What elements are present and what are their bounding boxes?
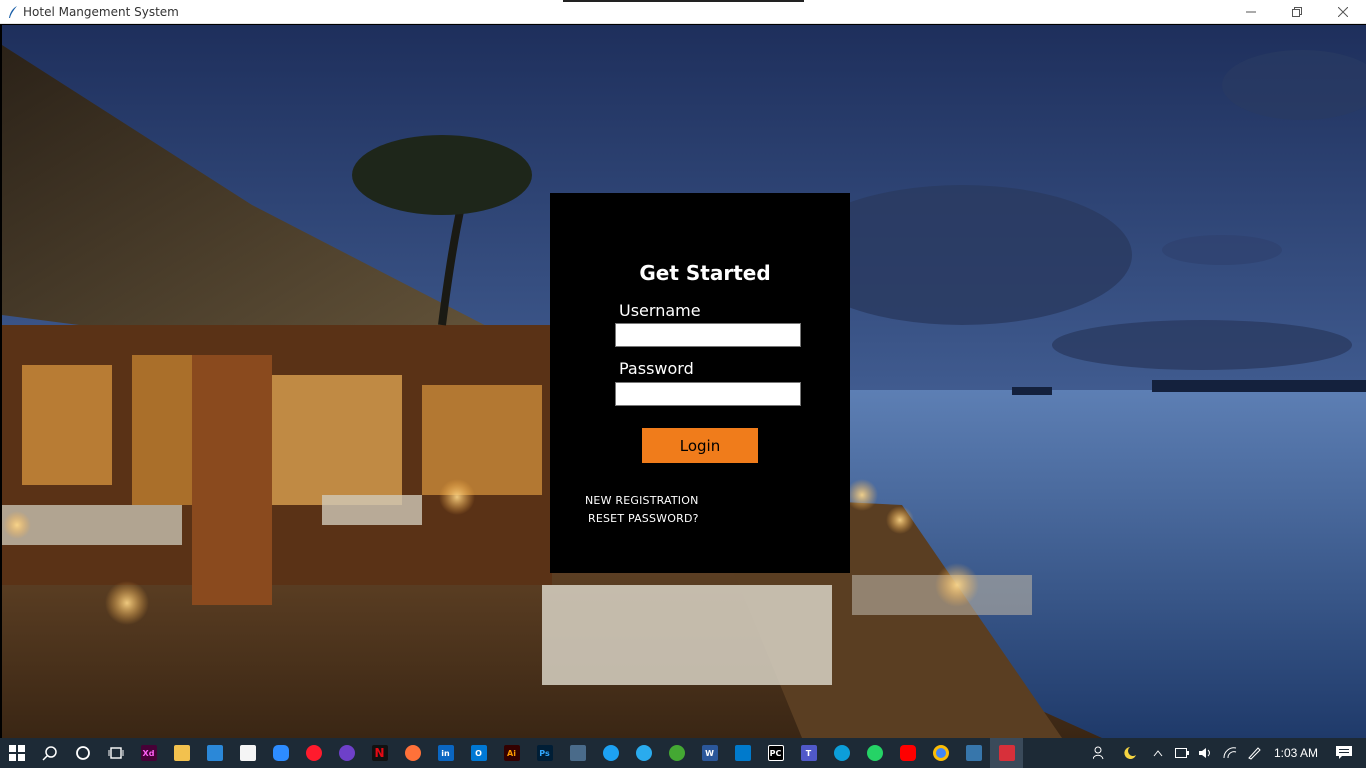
adobe-xd-icon[interactable]: Xd bbox=[132, 738, 165, 768]
cortana-icon[interactable] bbox=[66, 738, 99, 768]
mail-icon[interactable] bbox=[198, 738, 231, 768]
sql-icon[interactable] bbox=[561, 738, 594, 768]
restore-icon bbox=[1292, 7, 1302, 17]
photoshop-icon[interactable]: Ps bbox=[528, 738, 561, 768]
minimize-icon bbox=[1246, 11, 1256, 13]
reset-password-link[interactable]: RESET PASSWORD? bbox=[588, 512, 699, 525]
linkedin-icon[interactable]: in bbox=[429, 738, 462, 768]
outlook-icon[interactable]: O bbox=[462, 738, 495, 768]
title-strip bbox=[563, 0, 804, 2]
zoom-icon[interactable] bbox=[264, 738, 297, 768]
taskbar: Xd N in O Ai Ps W PC T 1:03 AM bbox=[0, 738, 1366, 768]
netflix-icon[interactable]: N bbox=[363, 738, 396, 768]
twitter-icon[interactable] bbox=[594, 738, 627, 768]
github-icon[interactable] bbox=[330, 738, 363, 768]
password-input[interactable] bbox=[615, 382, 801, 406]
vscode-icon[interactable] bbox=[726, 738, 759, 768]
whatsapp-icon[interactable] bbox=[858, 738, 891, 768]
people-icon[interactable] bbox=[1088, 738, 1112, 768]
window-title: Hotel Mangement System bbox=[23, 4, 179, 19]
login-heading: Get Started bbox=[639, 261, 771, 285]
file-explorer-icon[interactable] bbox=[165, 738, 198, 768]
close-button[interactable] bbox=[1320, 0, 1366, 24]
anaconda-icon[interactable] bbox=[660, 738, 693, 768]
system-tray: 1:03 AM bbox=[1088, 738, 1366, 768]
feather-icon bbox=[5, 4, 21, 20]
restore-button[interactable] bbox=[1274, 0, 1320, 24]
minimize-button[interactable] bbox=[1228, 0, 1274, 24]
username-label: Username bbox=[619, 301, 701, 320]
telegram-icon[interactable] bbox=[627, 738, 660, 768]
password-label: Password bbox=[619, 359, 694, 378]
window-titlebar: Hotel Mangement System bbox=[0, 0, 1366, 24]
username-input[interactable] bbox=[615, 323, 801, 347]
task-view-icon[interactable] bbox=[99, 738, 132, 768]
youtube-icon[interactable] bbox=[891, 738, 924, 768]
illustrator-icon[interactable]: Ai bbox=[495, 738, 528, 768]
edge-icon[interactable] bbox=[825, 738, 858, 768]
word-icon[interactable]: W bbox=[693, 738, 726, 768]
store-icon[interactable] bbox=[231, 738, 264, 768]
pen-icon[interactable] bbox=[1242, 738, 1266, 768]
opera-icon[interactable] bbox=[297, 738, 330, 768]
search-icon[interactable] bbox=[33, 738, 66, 768]
new-registration-link[interactable]: NEW REGISTRATION bbox=[585, 494, 699, 507]
close-icon bbox=[1338, 7, 1348, 17]
chrome-icon[interactable] bbox=[924, 738, 957, 768]
teams-icon[interactable]: T bbox=[792, 738, 825, 768]
feather-app-icon[interactable] bbox=[990, 738, 1023, 768]
taskbar-clock[interactable]: 1:03 AM bbox=[1274, 746, 1318, 760]
python-icon[interactable] bbox=[957, 738, 990, 768]
firefox-icon[interactable] bbox=[396, 738, 429, 768]
login-panel: Get Started Username Password Login NEW … bbox=[550, 193, 850, 573]
battery-icon[interactable] bbox=[1170, 738, 1194, 768]
wifi-icon[interactable] bbox=[1218, 738, 1242, 768]
chevron-up-icon[interactable] bbox=[1146, 738, 1170, 768]
volume-icon[interactable] bbox=[1194, 738, 1218, 768]
pycharm-icon[interactable]: PC bbox=[759, 738, 792, 768]
windows-start-icon[interactable] bbox=[0, 738, 33, 768]
login-button[interactable]: Login bbox=[642, 428, 758, 463]
notifications-icon[interactable] bbox=[1332, 738, 1356, 768]
weather-moon-icon[interactable] bbox=[1112, 738, 1146, 768]
